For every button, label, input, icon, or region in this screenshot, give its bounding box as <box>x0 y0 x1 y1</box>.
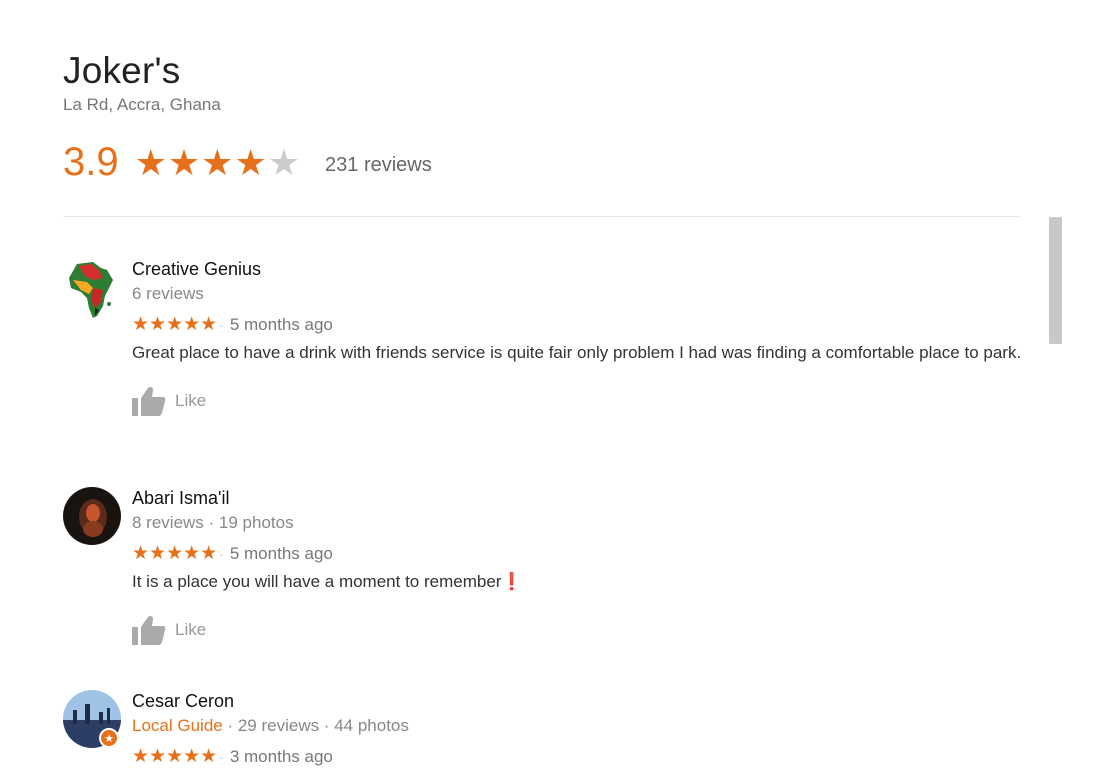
separator-dot: · <box>219 749 224 765</box>
star-icon: ★ <box>134 141 168 183</box>
review-author-stats: · 29 reviews · 44 photos <box>222 716 409 735</box>
review-text: Great place to have a drink with friends… <box>132 343 1022 362</box>
star-icon: ★ <box>201 141 235 183</box>
separator-dot: · <box>219 317 224 333</box>
review-author[interactable]: Cesar Ceron <box>132 690 1032 712</box>
review-count-link[interactable]: 231 reviews <box>325 154 432 177</box>
star-icon: ★ <box>167 141 202 183</box>
like-button[interactable]: Like <box>132 615 1032 645</box>
like-label: Like <box>175 620 207 639</box>
overall-rating: 3.9 ★ ★ ★ ★ ★ 231 reviews <box>63 140 432 185</box>
thumbs-up-icon <box>132 386 166 416</box>
like-button[interactable]: Like <box>132 386 1032 416</box>
africa-map-avatar[interactable] <box>63 258 121 318</box>
divider <box>63 216 1021 217</box>
svg-text:★: ★ <box>104 732 114 745</box>
place-title: Joker's <box>63 50 181 91</box>
like-label: Like <box>175 391 207 410</box>
star-empty-icon: ★ <box>267 141 302 183</box>
review-text: It is a place you will have a moment to … <box>132 572 523 591</box>
local-guide-badge[interactable]: Local Guide <box>132 716 223 735</box>
review-stars: ★★★★★ <box>132 746 218 767</box>
review-stars: ★★★★★ <box>132 314 218 335</box>
review-author[interactable]: Creative Genius <box>132 258 1032 280</box>
review-author-meta: Local Guide · 29 reviews · 44 photos <box>132 715 1032 737</box>
separator-dot: · <box>219 546 224 562</box>
review-stars: ★★★★★ <box>132 543 218 564</box>
review-author-meta: 6 reviews <box>132 284 204 303</box>
review-author[interactable]: Abari Isma'il <box>132 487 1032 509</box>
review-time: 5 months ago <box>229 315 333 334</box>
place-address: La Rd, Accra, Ghana <box>63 95 221 114</box>
rating-stars: ★ ★ ★ ★ ★ <box>135 142 301 184</box>
review-author-meta: 8 reviews · 19 photos <box>132 513 294 532</box>
rating-value: 3.9 <box>63 140 119 184</box>
review-time: 3 months ago <box>229 747 333 766</box>
star-icon: ★ <box>234 141 268 183</box>
cityscape-avatar[interactable]: ★ <box>63 690 121 748</box>
scrollbar-thumb[interactable] <box>1049 217 1062 344</box>
thumbs-up-icon <box>132 615 166 645</box>
person-photo-avatar[interactable] <box>63 487 121 545</box>
review-time: 5 months ago <box>229 544 333 563</box>
